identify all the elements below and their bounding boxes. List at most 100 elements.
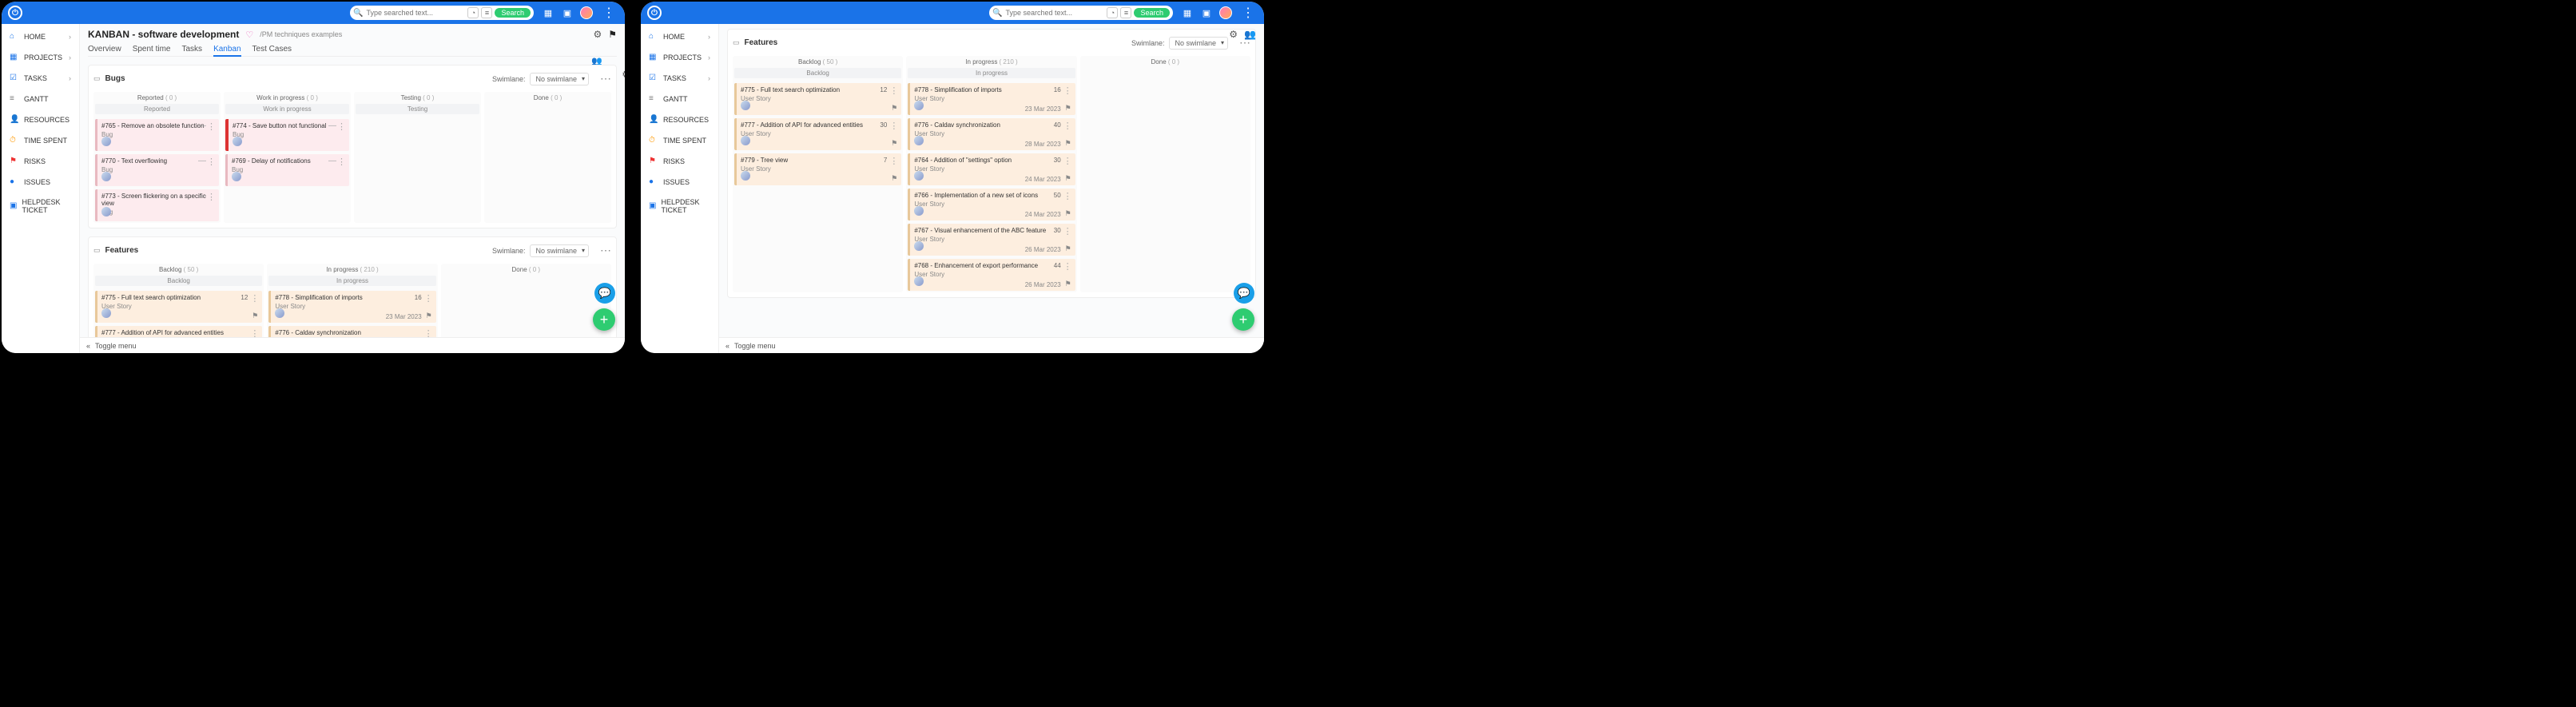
- assignee-avatar[interactable]: [914, 171, 924, 181]
- avatar[interactable]: [580, 6, 593, 19]
- assignee-avatar[interactable]: [101, 137, 111, 146]
- card-menu-icon[interactable]: ⋮: [1063, 85, 1072, 96]
- kanban-card[interactable]: #765 - Remove an obsolete functionBug—⋮: [95, 119, 219, 151]
- kanban-column[interactable]: Done ( 0 ): [484, 92, 611, 223]
- assignee-avatar[interactable]: [914, 241, 924, 251]
- search-box[interactable]: 🔍 ◔ ≡ Search: [350, 6, 534, 20]
- kanban-card[interactable]: #769 - Delay of notificationsBug—⋮: [225, 154, 349, 186]
- kanban-card[interactable]: #764 - Addition of "settings" optionUser…: [908, 153, 1075, 185]
- card-menu-icon[interactable]: ⋮: [337, 121, 346, 132]
- people-icon[interactable]: 👥: [1244, 29, 1256, 40]
- assignee-avatar[interactable]: [232, 172, 241, 181]
- card-menu-icon[interactable]: ⋮: [1063, 191, 1072, 201]
- flag-icon[interactable]: ⚑: [1065, 244, 1071, 253]
- collapse-menu-icon[interactable]: «: [725, 342, 729, 350]
- kanban-card[interactable]: #768 - Enhancement of export performance…: [908, 259, 1075, 291]
- search-input[interactable]: [1005, 9, 1107, 17]
- flag-icon[interactable]: ⚑: [1065, 280, 1071, 288]
- kanban-card[interactable]: #770 - Text overflowingBug—⋮: [95, 154, 219, 186]
- kanban-column[interactable]: In progress ( 210 )In progress#778 - Sim…: [906, 56, 1076, 292]
- kanban-card[interactable]: #766 - Implementation of a new set of ic…: [908, 189, 1075, 220]
- kanban-column[interactable]: Reported ( 0 )Reported#765 - Remove an o…: [93, 92, 221, 223]
- add-fab[interactable]: +: [1232, 308, 1254, 331]
- card-menu-icon[interactable]: ⋮: [889, 156, 898, 166]
- flag-icon[interactable]: ⚑: [608, 29, 617, 40]
- sidebar-item-resources[interactable]: 👤RESOURCES: [5, 110, 76, 129]
- search-button[interactable]: Search: [1134, 8, 1170, 18]
- breadcrumb[interactable]: /PM techniques examples: [260, 30, 342, 38]
- flag-icon[interactable]: ⚑: [1065, 209, 1071, 218]
- logo-icon[interactable]: ⏻: [8, 6, 22, 20]
- search-filter-2[interactable]: ≡: [481, 7, 492, 18]
- kanban-card[interactable]: #767 - Visual enhancement of the ABC fea…: [908, 224, 1075, 256]
- collapse-menu-icon[interactable]: «: [86, 342, 90, 350]
- sidebar-item-issues[interactable]: ●ISSUES: [644, 173, 715, 192]
- chat-bubble-icon[interactable]: 💬: [1234, 283, 1254, 304]
- calendar-icon[interactable]: ▦: [542, 6, 555, 19]
- kanban-column[interactable]: Testing ( 0 )Testing: [354, 92, 481, 223]
- card-menu-icon[interactable]: ⋮: [207, 192, 216, 202]
- kanban-card[interactable]: #775 - Full text search optimizationUser…: [734, 83, 901, 115]
- sidebar-item-gantt[interactable]: ≡GANTT: [5, 89, 76, 109]
- kanban-card[interactable]: #776 - Caldav synchronizationUser Story4…: [908, 118, 1075, 150]
- collapse-icon[interactable]: ▭: [93, 74, 101, 83]
- tab-spent-time[interactable]: Spent time: [133, 45, 171, 54]
- swimlane-select[interactable]: No swimlane: [530, 73, 589, 85]
- card-menu-icon[interactable]: ⋮: [207, 157, 216, 167]
- sidebar-item-projects[interactable]: ▦PROJECTS: [5, 48, 76, 67]
- kanban-card[interactable]: #775 - Full text search optimizationUser…: [95, 291, 262, 323]
- sidebar-item-home[interactable]: ⌂HOME: [5, 27, 76, 46]
- search-filter-1[interactable]: ◔: [467, 7, 479, 18]
- gear-icon[interactable]: ⚙: [1229, 29, 1238, 40]
- assignee-avatar[interactable]: [914, 206, 924, 216]
- search-box[interactable]: 🔍 ◔ ≡ Search: [989, 6, 1173, 20]
- assignee-avatar[interactable]: [741, 171, 750, 181]
- sidebar-item-tasks[interactable]: ☑TASKS: [644, 69, 715, 88]
- search-input[interactable]: [366, 9, 467, 17]
- inbox-icon[interactable]: ▣: [1200, 6, 1213, 19]
- tab-kanban[interactable]: Kanban: [213, 45, 241, 57]
- flag-icon[interactable]: ⚑: [1065, 104, 1071, 113]
- sidebar-item-issues[interactable]: ●ISSUES: [5, 173, 76, 192]
- card-menu-icon[interactable]: ⋮: [207, 121, 216, 132]
- chat-bubble-icon[interactable]: 💬: [594, 283, 615, 304]
- kanban-card[interactable]: #778 - Simplification of importsUser Sto…: [268, 291, 435, 323]
- kanban-card[interactable]: #773 - Screen flickering on a specific v…: [95, 189, 219, 221]
- kanban-card[interactable]: #777 - Addition of API for advanced enti…: [734, 118, 901, 150]
- more-icon[interactable]: ⋮: [599, 5, 618, 21]
- swimlane-select[interactable]: No swimlane: [1169, 37, 1228, 50]
- sidebar-item-risks[interactable]: ⚑RISKS: [644, 152, 715, 171]
- search-filter-1[interactable]: ◔: [1107, 7, 1118, 18]
- card-menu-icon[interactable]: ⋮: [889, 85, 898, 96]
- kanban-column[interactable]: Backlog ( 50 )Backlog#775 - Full text se…: [733, 56, 903, 292]
- avatar[interactable]: [1219, 6, 1232, 19]
- sidebar-item-time-spent[interactable]: ⏱TIME SPENT: [644, 131, 715, 150]
- kanban-column[interactable]: Done ( 0 ): [1080, 56, 1250, 292]
- heart-icon[interactable]: ♡: [245, 30, 253, 40]
- flag-icon[interactable]: ⚑: [891, 174, 897, 183]
- flag-icon[interactable]: ⚑: [252, 312, 258, 320]
- kanban-card[interactable]: #774 - Save button not functionalBug—⋮: [225, 119, 349, 151]
- toggle-menu[interactable]: Toggle menu: [734, 342, 776, 350]
- search-button[interactable]: Search: [495, 8, 531, 18]
- assignee-avatar[interactable]: [914, 101, 924, 110]
- sidebar-item-gantt[interactable]: ≡GANTT: [644, 89, 715, 109]
- assignee-avatar[interactable]: [101, 308, 111, 318]
- add-fab[interactable]: +: [593, 308, 615, 331]
- kanban-card[interactable]: #779 - Tree viewUser Story7⋮⚑: [734, 153, 901, 185]
- assignee-avatar[interactable]: [914, 276, 924, 286]
- more-icon[interactable]: ⋮: [1238, 5, 1258, 21]
- sidebar-item-time-spent[interactable]: ⏱TIME SPENT: [5, 131, 76, 150]
- assignee-avatar[interactable]: [101, 172, 111, 181]
- kanban-column[interactable]: Work in progress ( 0 )Work in progress#7…: [224, 92, 351, 223]
- flag-icon[interactable]: ⚑: [891, 104, 897, 113]
- flag-icon[interactable]: ⚑: [891, 139, 897, 148]
- assignee-avatar[interactable]: [741, 101, 750, 110]
- card-menu-icon[interactable]: ⋮: [424, 293, 433, 304]
- card-menu-icon[interactable]: ⋮: [1063, 261, 1072, 272]
- logo-icon[interactable]: ⏻: [647, 6, 662, 20]
- sidebar-item-resources[interactable]: 👤RESOURCES: [644, 110, 715, 129]
- section-menu-icon[interactable]: ⋯: [600, 244, 611, 257]
- assignee-avatar[interactable]: [741, 136, 750, 145]
- tab-test-cases[interactable]: Test Cases: [252, 45, 292, 54]
